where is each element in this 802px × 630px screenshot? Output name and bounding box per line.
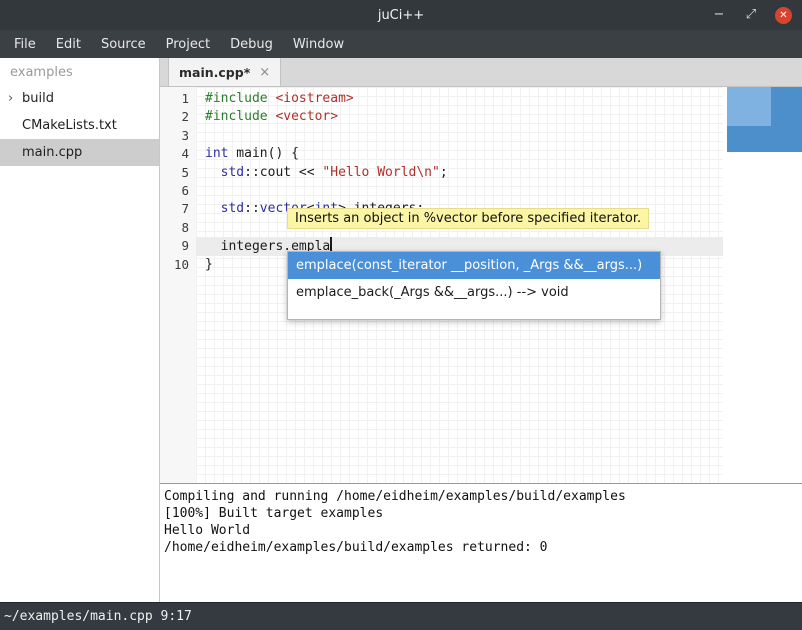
menu-bar: FileEditSourceProjectDebugWindow bbox=[0, 30, 802, 58]
line-number: 9 bbox=[160, 237, 196, 255]
line-number: 1 bbox=[160, 90, 196, 108]
output-line: /home/eidheim/examples/build/examples re… bbox=[164, 539, 798, 556]
line-number: 7 bbox=[160, 200, 196, 218]
line-number: 6 bbox=[160, 182, 196, 200]
code-line-3[interactable] bbox=[196, 127, 723, 145]
code-token: std bbox=[221, 165, 244, 180]
sidebar-item-label: build bbox=[22, 91, 54, 106]
code-token: ; bbox=[440, 165, 448, 180]
window-controls: − ⤢ ✕ bbox=[711, 0, 792, 30]
code-token: int bbox=[205, 146, 228, 161]
line-number: 3 bbox=[160, 127, 196, 145]
code-token bbox=[205, 201, 221, 216]
sidebar-item-label: CMakeLists.txt bbox=[22, 118, 117, 133]
line-number: 5 bbox=[160, 164, 196, 182]
line-number: 10 bbox=[160, 256, 196, 274]
code-line-2[interactable]: #include <vector> bbox=[196, 108, 723, 126]
scrollbar-highlight bbox=[727, 87, 771, 126]
jucipp-window: juCi++ − ⤢ ✕ FileEditSourceProjectDebugW… bbox=[0, 0, 802, 630]
chevron-right-icon[interactable]: › bbox=[8, 91, 22, 106]
tab-label: main.cpp* bbox=[179, 65, 250, 80]
sidebar-item-main-cpp[interactable]: main.cpp bbox=[0, 139, 159, 166]
scrollbar-thumb[interactable] bbox=[727, 87, 802, 152]
code-token: std bbox=[221, 201, 244, 216]
menu-item-debug[interactable]: Debug bbox=[220, 32, 283, 57]
project-name: examples bbox=[0, 58, 159, 85]
code-token: main() { bbox=[228, 146, 298, 161]
line-number-gutter: 12345678910 bbox=[160, 87, 196, 483]
minimize-icon[interactable]: − bbox=[711, 7, 727, 23]
menu-item-file[interactable]: File bbox=[4, 32, 46, 57]
code-token: <vector> bbox=[275, 109, 338, 124]
output-line: [100%] Built target examples bbox=[164, 505, 798, 522]
file-explorer: examples ›build CMakeLists.txt main.cpp bbox=[0, 58, 160, 602]
code-token: #include bbox=[205, 91, 268, 106]
code-token bbox=[205, 165, 221, 180]
code-line-1[interactable]: #include <iostream> bbox=[196, 90, 723, 108]
status-text: ~/examples/main.cpp 9:17 bbox=[4, 609, 192, 624]
menu-item-source[interactable]: Source bbox=[91, 32, 156, 57]
line-number: 4 bbox=[160, 145, 196, 163]
code-token: ::cout << bbox=[244, 165, 322, 180]
code-token: "Hello World\n" bbox=[322, 165, 439, 180]
code-line-5[interactable]: std::cout << "Hello World\n"; bbox=[196, 164, 723, 182]
tab-close-icon[interactable]: × bbox=[259, 65, 270, 80]
close-icon[interactable]: ✕ bbox=[775, 7, 792, 24]
code-token: #include bbox=[205, 109, 268, 124]
build-output-panel: Compiling and running /home/eidheim/exam… bbox=[160, 483, 802, 602]
code-token: } bbox=[205, 257, 213, 272]
code-line-6[interactable] bbox=[196, 182, 723, 200]
text-cursor bbox=[330, 237, 332, 252]
sidebar-item-build[interactable]: ›build bbox=[0, 85, 159, 112]
restore-icon[interactable]: ⤢ bbox=[743, 7, 759, 23]
autocomplete-popup: emplace(const_iterator __position, _Args… bbox=[287, 251, 661, 320]
sidebar-items: ›build CMakeLists.txt main.cpp bbox=[0, 85, 159, 166]
menu-item-window[interactable]: Window bbox=[283, 32, 354, 57]
output-line: Hello World bbox=[164, 522, 798, 539]
code-token: :: bbox=[244, 201, 260, 216]
title-bar: juCi++ − ⤢ ✕ bbox=[0, 0, 802, 30]
window-title: juCi++ bbox=[0, 8, 802, 23]
code-token: <iostream> bbox=[275, 91, 353, 106]
autocomplete-item-0[interactable]: emplace(const_iterator __position, _Args… bbox=[288, 252, 660, 279]
doc-tooltip: Inserts an object in %vector before spec… bbox=[287, 208, 649, 229]
autocomplete-item-1[interactable]: emplace_back(_Args &&__args...) --> void bbox=[288, 279, 660, 306]
main-area: examples ›build CMakeLists.txt main.cpp ma… bbox=[0, 58, 802, 602]
line-number: 2 bbox=[160, 108, 196, 126]
tab-main-cpp[interactable]: main.cpp* × bbox=[168, 58, 281, 86]
editor-pane: main.cpp* × 12345678910 #include <iostre… bbox=[160, 58, 802, 602]
output-line: Compiling and running /home/eidheim/exam… bbox=[164, 488, 798, 505]
status-bar: ~/examples/main.cpp 9:17 bbox=[0, 602, 802, 630]
menu-item-project[interactable]: Project bbox=[156, 32, 220, 57]
code-editor[interactable]: 12345678910 #include <iostream>#include … bbox=[160, 87, 802, 483]
code-line-4[interactable]: int main() { bbox=[196, 145, 723, 163]
menu-item-edit[interactable]: Edit bbox=[46, 32, 91, 57]
sidebar-item-cmakelists-txt[interactable]: CMakeLists.txt bbox=[0, 112, 159, 139]
tab-bar: main.cpp* × bbox=[160, 58, 802, 87]
line-number: 8 bbox=[160, 219, 196, 237]
sidebar-item-label: main.cpp bbox=[22, 145, 82, 160]
